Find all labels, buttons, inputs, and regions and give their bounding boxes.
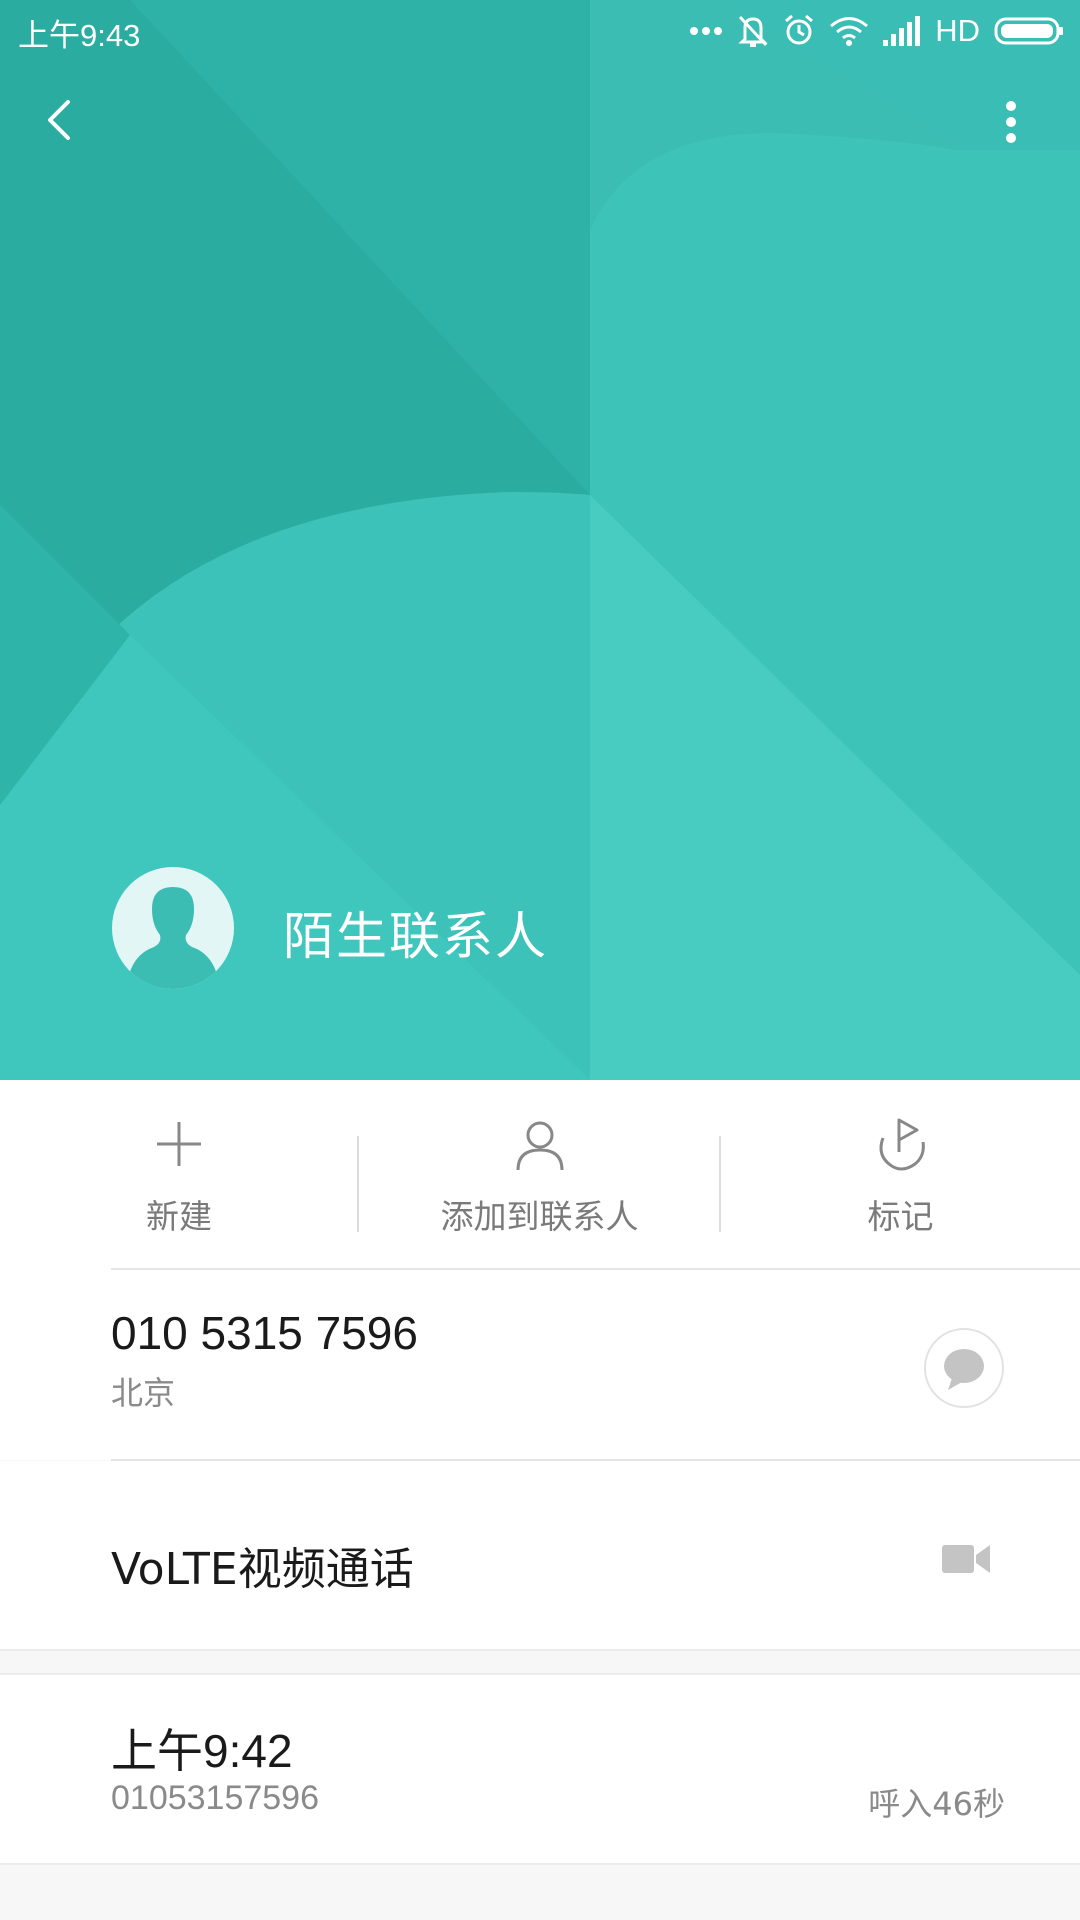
- more-dots-icon: [690, 27, 723, 35]
- more-options-button[interactable]: [990, 90, 1032, 150]
- network-type: HD: [935, 13, 980, 48]
- more-vertical-icon: [1006, 101, 1016, 143]
- call-log-entry[interactable]: 上午9:42 01053157596 呼入46秒: [0, 1675, 1080, 1863]
- status-time: 上午9:43: [18, 18, 141, 53]
- contact-name: 陌生联系人: [283, 908, 549, 967]
- status-bar: 上午9:43 HD: [0, 0, 1080, 62]
- action-bar: 新建 添加到联系人 标记: [0, 1080, 1080, 1270]
- add-to-contacts-button[interactable]: 添加到联系人: [359, 1080, 720, 1270]
- phone-number-row[interactable]: 010 5315 7596 北京: [0, 1270, 1080, 1460]
- alarm-icon: [785, 14, 814, 45]
- new-contact-label: 新建: [146, 1197, 212, 1236]
- call-number: 01053157596: [111, 1779, 320, 1817]
- message-bubble-icon: [944, 1349, 984, 1390]
- call-time: 上午9:42: [111, 1725, 293, 1777]
- avatar: [112, 867, 234, 989]
- call-status: 呼入46秒: [868, 1785, 1005, 1823]
- mute-icon: [738, 15, 768, 47]
- phone-number: 010 5315 7596: [111, 1307, 418, 1359]
- person-icon: [516, 1121, 563, 1171]
- flag-icon: [879, 1118, 925, 1171]
- wifi-icon: [830, 17, 869, 46]
- video-call-row[interactable]: VoLTE视频通话: [0, 1461, 1080, 1649]
- battery-icon: [994, 17, 1063, 45]
- back-arrow-icon: [48, 100, 70, 140]
- signal-icon: [883, 16, 921, 46]
- contact-header: 上午9:43 HD 陌生联系人: [0, 0, 1080, 1080]
- section-divider: [0, 1649, 1080, 1651]
- add-to-contacts-label: 添加到联系人: [440, 1197, 639, 1236]
- new-contact-button[interactable]: 新建: [0, 1080, 358, 1270]
- send-message-button[interactable]: [924, 1328, 1004, 1408]
- back-button[interactable]: [30, 90, 90, 150]
- mark-button[interactable]: 标记: [721, 1080, 1080, 1270]
- plus-icon: [157, 1122, 201, 1166]
- mark-label: 标记: [867, 1197, 934, 1236]
- video-call-label: VoLTE视频通话: [111, 1544, 414, 1595]
- video-camera-icon[interactable]: [940, 1539, 992, 1579]
- person-silhouette-icon: [126, 887, 220, 989]
- number-location: 北京: [111, 1374, 176, 1412]
- status-icons: HD: [689, 12, 1064, 50]
- section-divider: [0, 1863, 1080, 1865]
